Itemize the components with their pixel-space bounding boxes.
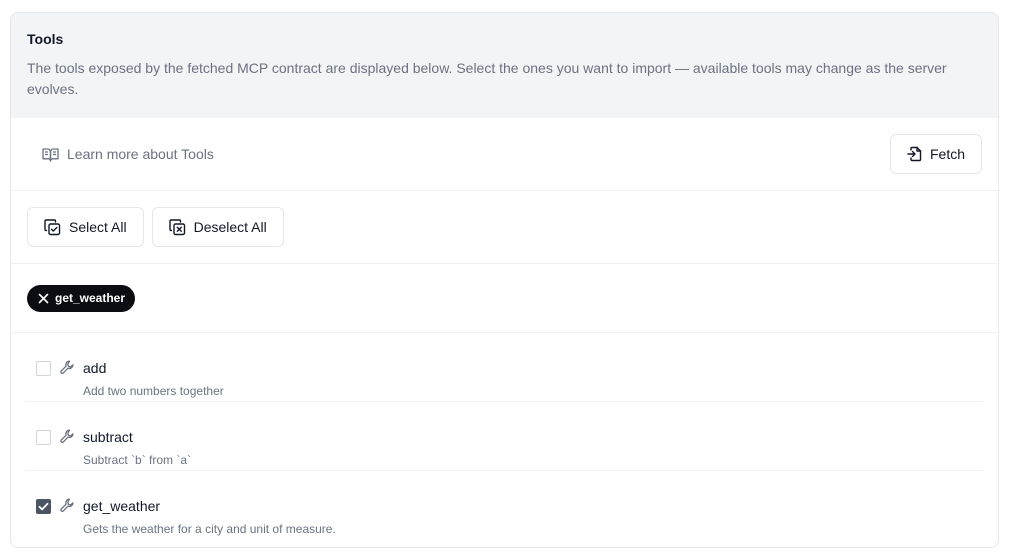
tool-list: add Add two numbers together subtract Su… [11, 333, 998, 540]
tool-name: subtract [83, 429, 133, 445]
tools-panel: Tools The tools exposed by the fetched M… [10, 12, 999, 548]
selected-tools-chips: get_weather [11, 264, 998, 333]
tool-name: get_weather [83, 498, 161, 514]
tool-description: Add two numbers together [83, 384, 224, 398]
panel-description: The tools exposed by the fetched MCP con… [27, 60, 947, 97]
select-all-label: Select All [69, 219, 127, 235]
tool-item-subtract: subtract Subtract `b` from `a` [26, 402, 983, 471]
tools-header: Tools The tools exposed by the fetched M… [11, 13, 998, 118]
learn-fetch-row: Learn more about Tools Fetch [11, 118, 998, 191]
panel-title: Tools [27, 31, 64, 47]
tool-name: add [83, 360, 107, 376]
copy-x-icon [168, 218, 186, 236]
tool-description: Gets the weather for a city and unit of … [83, 522, 336, 536]
selection-actions-row: Select All Deselect All [11, 191, 998, 264]
close-icon[interactable] [38, 293, 49, 304]
file-import-icon [907, 146, 922, 162]
wrench-icon [60, 429, 75, 444]
wrench-icon [60, 360, 75, 375]
learn-more-link[interactable]: Learn more about Tools [42, 146, 214, 162]
selected-chip-get-weather[interactable]: get_weather [27, 284, 136, 312]
deselect-all-button[interactable]: Deselect All [151, 207, 284, 247]
copy-check-icon [44, 218, 61, 236]
tool-checkbox-add[interactable] [36, 361, 51, 376]
fetch-label: Fetch [929, 146, 965, 162]
tool-description: Subtract `b` from `a` [83, 453, 192, 467]
learn-more-label: Learn more about Tools [67, 146, 214, 162]
tool-item-add: add Add two numbers together [26, 333, 983, 402]
select-all-button[interactable]: Select All [27, 207, 144, 247]
tool-checkbox-subtract[interactable] [36, 430, 51, 445]
fetch-button[interactable]: Fetch [889, 134, 982, 174]
wrench-icon [60, 498, 75, 513]
check-icon [38, 502, 49, 511]
deselect-all-label: Deselect All [193, 219, 267, 235]
chip-label: get_weather [55, 291, 126, 305]
tool-checkbox-get-weather[interactable] [36, 499, 51, 514]
book-open-icon [42, 147, 59, 162]
tool-item-get-weather: get_weather Gets the weather for a city … [26, 471, 983, 540]
